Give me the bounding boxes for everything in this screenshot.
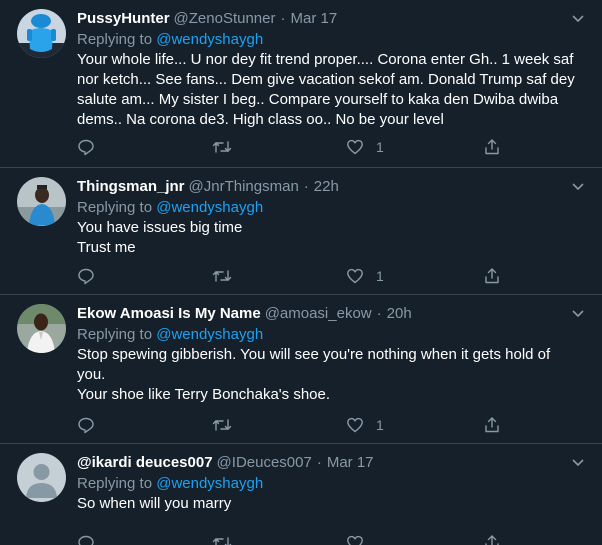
share-button[interactable]	[483, 266, 501, 286]
photo-avatar-icon	[17, 177, 66, 226]
reply-button[interactable]	[77, 533, 95, 545]
user-handle[interactable]: @ZenoStunner	[174, 10, 276, 27]
share-icon	[485, 417, 499, 433]
avatar[interactable]	[17, 9, 66, 58]
heart-icon	[347, 268, 363, 284]
tweet[interactable]: @ikardi deuces007 @IDeuces007 · Mar 17 Repl…	[0, 444, 602, 545]
like-count: 1	[376, 417, 384, 433]
replying-to-label: Replying to	[77, 199, 157, 216]
retweet-button[interactable]	[212, 415, 232, 435]
share-icon	[485, 139, 499, 155]
reply-icon	[78, 268, 94, 285]
heart-icon	[347, 535, 363, 545]
retweet-icon	[212, 270, 232, 282]
display-name[interactable]: Ekow Amoasi Is My Name	[77, 305, 261, 322]
share-button[interactable]	[483, 533, 501, 545]
separator-dot: ·	[280, 10, 286, 27]
like-button[interactable]: 1	[346, 266, 384, 286]
separator-dot: ·	[316, 454, 322, 471]
tweet-text-line: dems.. Na corona de3. High class oo.. No…	[77, 111, 444, 128]
reply-icon	[78, 535, 94, 545]
tweet-actions: 1	[77, 137, 507, 157]
tweet-text-line: Your shoe like Terry Bonchaka's shoe.	[77, 386, 331, 403]
tweet[interactable]: Ekow Amoasi Is My Name @amoasi_ekow · 20h R…	[0, 295, 602, 444]
tweet-feed: PussyHunter @ZenoStunner · Mar 17 Replying …	[0, 0, 602, 545]
retweet-icon	[212, 537, 232, 545]
user-handle[interactable]: @IDeuces007	[217, 454, 312, 471]
retweet-button[interactable]	[212, 266, 232, 286]
replying-to-label: Replying to	[77, 326, 157, 343]
replying-to: Replying to @wendyshaygh	[77, 30, 582, 50]
tweet-text-line: So when will you marry	[77, 495, 232, 512]
heart-icon	[347, 139, 363, 155]
reply-icon	[78, 139, 94, 156]
mention-link[interactable]: @wendyshaygh	[156, 326, 263, 343]
like-button[interactable]: 1	[346, 137, 384, 157]
separator-dot: ·	[376, 305, 382, 322]
user-handle[interactable]: @amoasi_ekow	[265, 305, 372, 322]
display-name[interactable]: Thingsman_jnr	[77, 178, 185, 195]
display-name[interactable]: PussyHunter	[77, 10, 170, 27]
retweet-button[interactable]	[212, 533, 232, 545]
timestamp[interactable]: Mar 17	[290, 10, 337, 27]
tweet-text-line: nor ketch... See fans... Dem give vacati…	[77, 71, 575, 88]
tweet-text-line: you.	[77, 366, 106, 383]
tweet-text-line: You have issues big time	[77, 219, 243, 236]
timestamp[interactable]: 20h	[387, 305, 412, 322]
heart-icon	[347, 417, 363, 433]
separator-dot: ·	[303, 178, 309, 195]
chevron-down-icon[interactable]	[571, 306, 585, 320]
reply-button[interactable]	[77, 266, 95, 286]
tweet-text: You have issues big time Trust me	[77, 218, 582, 258]
retweet-icon	[212, 141, 232, 153]
user-handle[interactable]: @JnrThingsman	[189, 178, 299, 195]
chevron-down-icon[interactable]	[571, 179, 585, 193]
photo-avatar-icon	[17, 304, 66, 353]
reply-button[interactable]	[77, 137, 95, 157]
like-button[interactable]: 1	[346, 415, 384, 435]
mention-link[interactable]: @wendyshaygh	[156, 475, 263, 492]
timestamp[interactable]: Mar 17	[327, 454, 374, 471]
tweet-text-line: Your whole life... U nor dey fit trend p…	[77, 51, 574, 68]
reply-icon	[78, 417, 94, 434]
mention-link[interactable]: @wendyshaygh	[156, 31, 263, 48]
avatar[interactable]	[17, 453, 66, 502]
replying-to: Replying to @wendyshaygh	[77, 325, 582, 345]
reply-button[interactable]	[77, 415, 95, 435]
display-name[interactable]: @ikardi deuces007	[77, 454, 213, 471]
tweet-actions	[77, 533, 507, 545]
avatar[interactable]	[17, 304, 66, 353]
replying-to: Replying to @wendyshaygh	[77, 474, 582, 494]
timestamp[interactable]: 22h	[314, 178, 339, 195]
tweet-actions: 1	[77, 415, 507, 435]
avatar[interactable]	[17, 177, 66, 226]
default-profile-avatar-icon	[17, 453, 66, 502]
like-count: 1	[376, 139, 384, 155]
like-button[interactable]	[346, 533, 376, 545]
replying-to-label: Replying to	[77, 475, 157, 492]
mention-link[interactable]: @wendyshaygh	[156, 199, 263, 216]
share-button[interactable]	[483, 415, 501, 435]
replying-to: Replying to @wendyshaygh	[77, 198, 582, 218]
share-icon	[485, 535, 499, 545]
tweet-text-line: Stop spewing gibberish. You will see you…	[77, 346, 551, 363]
tweet-actions: 1	[77, 266, 507, 286]
tweet-text: Stop spewing gibberish. You will see you…	[77, 345, 582, 405]
retweet-icon	[212, 419, 232, 431]
share-button[interactable]	[483, 137, 501, 157]
tweet-text: So when will you marry	[77, 494, 582, 514]
tweet-text: Your whole life... U nor dey fit trend p…	[77, 50, 582, 130]
share-icon	[485, 268, 499, 284]
tweet[interactable]: PussyHunter @ZenoStunner · Mar 17 Replying …	[0, 0, 602, 168]
chevron-down-icon[interactable]	[571, 11, 585, 25]
tweet-text-line: Trust me	[77, 239, 136, 256]
tweet-text-line: salute am... My sister I beg.. Compare y…	[77, 91, 559, 108]
chevron-down-icon[interactable]	[571, 455, 585, 469]
tweet[interactable]: Thingsman_jnr @JnrThingsman · 22h Replying …	[0, 168, 602, 295]
retweet-button[interactable]	[212, 137, 232, 157]
like-count: 1	[376, 268, 384, 284]
replying-to-label: Replying to	[77, 31, 157, 48]
blue-figure-avatar-icon	[17, 9, 66, 58]
